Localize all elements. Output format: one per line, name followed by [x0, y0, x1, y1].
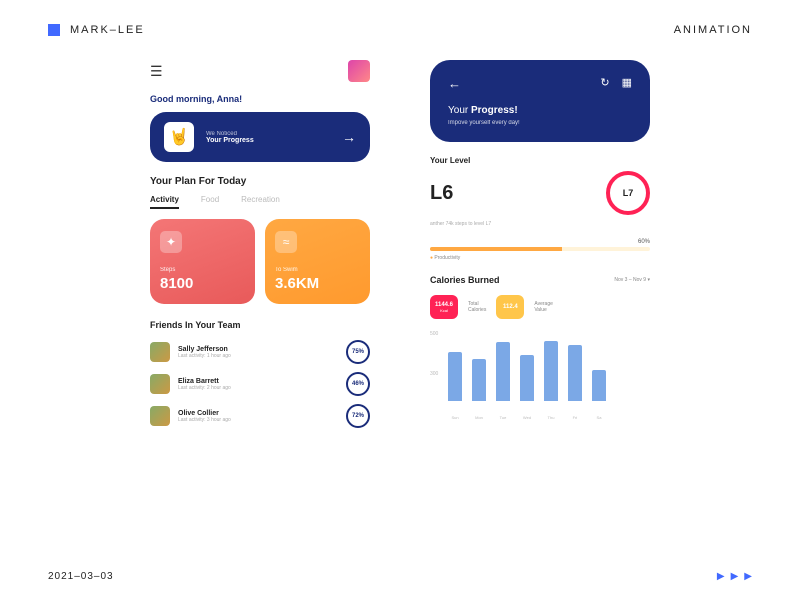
notice-card[interactable]: 🤘 We Noticed Your Progress → — [150, 112, 370, 162]
friend-row[interactable]: Sally Jefferson Last activity: 1 hour ag… — [150, 340, 370, 364]
play-icon[interactable]: ▶ — [731, 571, 739, 582]
chart-bar — [544, 341, 558, 401]
phone-home: ☰ Good morning, Anna! 🤘 We Noticed Your … — [150, 60, 370, 436]
card-label: To Swim — [275, 267, 360, 273]
stat-average-label: AverageValue — [534, 301, 553, 313]
level-title: Your Level — [430, 156, 650, 165]
stat-total-label: TotalCalories — [468, 301, 486, 313]
x-tick: Sa — [592, 415, 606, 420]
tab-food[interactable]: Food — [201, 195, 219, 209]
friend-name: Eliza Barrett — [178, 378, 338, 385]
stat-average: 112.4 — [496, 295, 524, 319]
chart-bar — [496, 342, 510, 401]
x-tick: Wed — [520, 415, 534, 420]
header-right: ANIMATION — [674, 24, 752, 36]
level-next-ring: L7 — [606, 171, 650, 215]
rock-icon: 🤘 — [164, 122, 194, 152]
brand: MARK–LEE — [48, 24, 145, 36]
friend-percent: 46% — [346, 372, 370, 396]
avatar[interactable] — [348, 60, 370, 82]
plan-title: Your Plan For Today — [150, 176, 370, 187]
friend-name: Sally Jefferson — [178, 346, 338, 353]
refresh-icon[interactable]: ↻ — [600, 76, 609, 91]
chart-bar — [568, 345, 582, 401]
friend-percent: 75% — [346, 340, 370, 364]
progress-bar — [430, 247, 650, 251]
calories-chart: 500 300 — [430, 331, 650, 411]
friend-avatar — [150, 406, 170, 426]
progress-header: ← ↻ ▦ Your Progress! Impove yourself eve… — [430, 60, 650, 142]
date-range[interactable]: Nov 3 – Nov 9 ▾ — [614, 277, 650, 283]
card-swim[interactable]: ≈ To Swim 3.6KM — [265, 219, 370, 304]
run-icon: ✦ — [160, 231, 182, 253]
friend-row[interactable]: Eliza Barrett Last activity: 2 hour ago … — [150, 372, 370, 396]
notice-big: Your Progress — [206, 137, 330, 144]
phone-progress: ← ↻ ▦ Your Progress! Impove yourself eve… — [430, 60, 650, 436]
stat-total: 1144.6 Kcal — [430, 295, 458, 319]
friend-sub: Last activity: 1 hour ago — [178, 353, 338, 359]
x-tick: Thu — [544, 415, 558, 420]
friend-sub: Last activity: 3 hour ago — [178, 417, 338, 423]
x-tick: Sun — [448, 415, 462, 420]
friend-avatar — [150, 374, 170, 394]
friend-name: Olive Collier — [178, 410, 338, 417]
friend-avatar — [150, 342, 170, 362]
chart-bar — [592, 370, 606, 401]
friend-percent: 72% — [346, 404, 370, 428]
progress-title: Your Progress! — [448, 105, 632, 116]
card-value: 8100 — [160, 275, 245, 292]
level-subtitle: anther 74k steps to level L7 — [430, 221, 650, 227]
chart-bar — [448, 352, 462, 401]
x-tick: Fri — [568, 415, 582, 420]
play-icon[interactable]: ▶ — [717, 571, 725, 582]
footer-date: 2021–03–03 — [48, 571, 114, 582]
productivity-label: Productivity — [430, 255, 650, 261]
calendar-icon[interactable]: ▦ — [622, 76, 632, 91]
back-icon[interactable]: ← — [448, 76, 461, 91]
arrow-icon[interactable]: → — [342, 129, 356, 145]
play-icon[interactable]: ▶ — [744, 571, 752, 582]
progress-subtitle: Impove yourself every day! — [448, 120, 632, 126]
tab-recreation[interactable]: Recreation — [241, 195, 280, 209]
card-value: 3.6KM — [275, 275, 360, 292]
friend-sub: Last activity: 2 hour ago — [178, 385, 338, 391]
greeting: Good morning, Anna! — [150, 94, 370, 104]
brand-text: MARK–LEE — [70, 24, 145, 36]
tab-activity[interactable]: Activity — [150, 195, 179, 209]
x-tick: Mon — [472, 415, 486, 420]
chart-bar — [472, 359, 486, 401]
card-label: Steps — [160, 267, 245, 273]
percent-label: 60% — [430, 239, 650, 245]
chart-bar — [520, 355, 534, 401]
menu-icon[interactable]: ☰ — [150, 63, 163, 80]
calories-title: Calories Burned — [430, 275, 500, 285]
x-tick: Tue — [496, 415, 510, 420]
play-controls[interactable]: ▶ ▶ ▶ — [717, 571, 752, 582]
friends-title: Friends In Your Team — [150, 320, 370, 330]
brand-square-icon — [48, 24, 60, 36]
card-steps[interactable]: ✦ Steps 8100 — [150, 219, 255, 304]
notice-small: We Noticed — [206, 131, 330, 137]
swim-icon: ≈ — [275, 231, 297, 253]
friend-row[interactable]: Olive Collier Last activity: 3 hour ago … — [150, 404, 370, 428]
level-current: L6 — [430, 182, 453, 205]
